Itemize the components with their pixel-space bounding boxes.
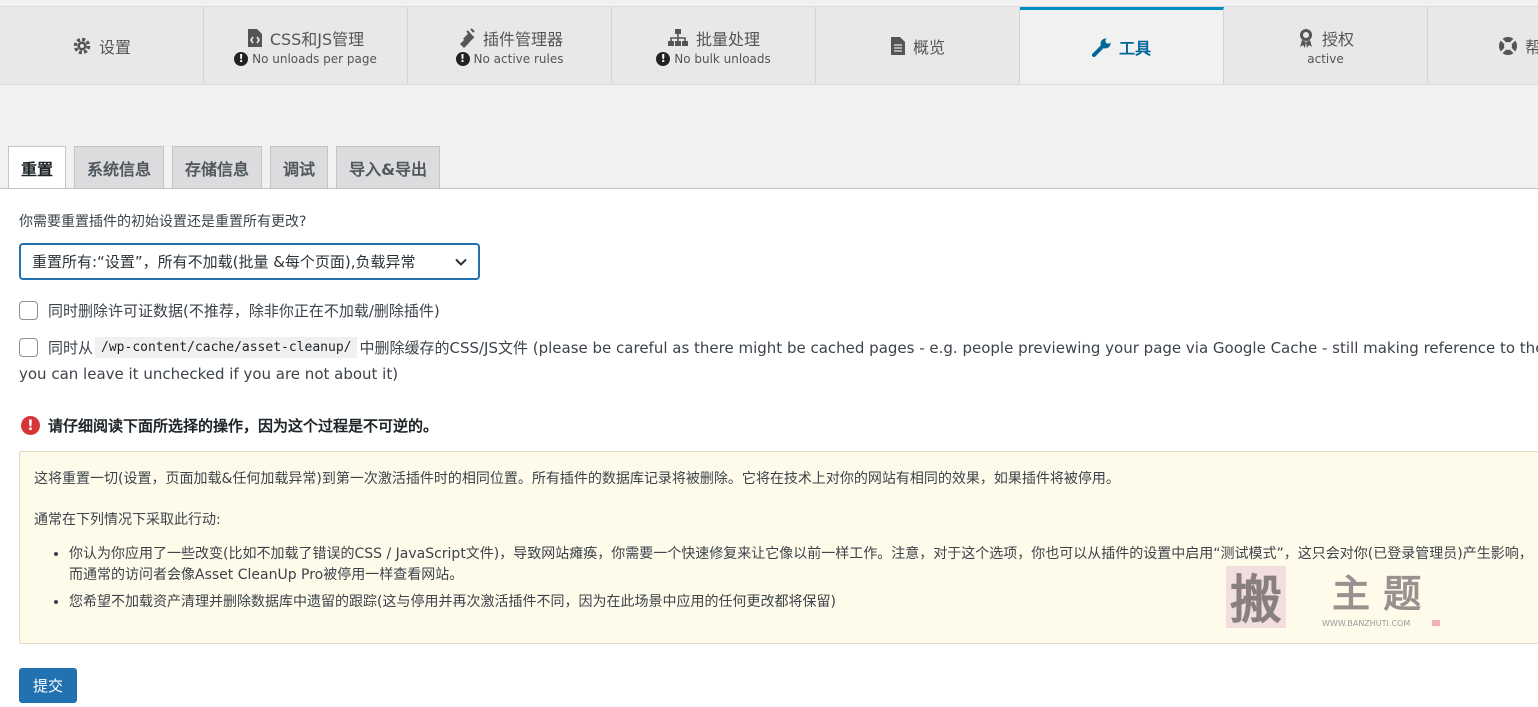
nav-tab-label: CSS和JS管理 bbox=[269, 29, 365, 49]
subtab-storage-info[interactable]: 存储信息 bbox=[172, 146, 263, 188]
remove-cache-row: 同时从 /wp-content/cache/asset-cleanup/ 中删除… bbox=[19, 337, 1538, 358]
subtab-reset[interactable]: 重置 bbox=[8, 146, 67, 189]
subtab-debug[interactable]: 调试 bbox=[270, 146, 329, 188]
subtab-system-info[interactable]: 系统信息 bbox=[74, 146, 165, 188]
remove-cache-suffix: 中删除缓存的CSS/JS文件 (please be careful as the… bbox=[359, 339, 1538, 357]
nav-tab-label: 工具 bbox=[1118, 39, 1151, 58]
notice-paragraph: 这将重置一切(设置，页面加载&任何加载异常)到第一次激活插件时的相同位置。所有插… bbox=[34, 471, 1120, 487]
select-value: 重置所有:“设置”，所有不加载(批量 &每个页面),负载异常 bbox=[32, 253, 416, 271]
remove-cache-prefix: 同时从 bbox=[48, 339, 94, 357]
tools-subtabs: 重置 系统信息 存储信息 调试 导入&导出 bbox=[8, 146, 441, 189]
nav-tab-help[interactable]: 帮 bbox=[1428, 7, 1538, 84]
remove-license-checkbox[interactable] bbox=[19, 301, 38, 320]
nav-tab-settings[interactable]: 设置 bbox=[0, 7, 204, 84]
remove-license-row: 同时删除许可证数据(不推荐，除非你正在不加载/删除插件) bbox=[19, 300, 440, 321]
reset-type-select[interactable]: 重置所有:“设置”，所有不加载(批量 &每个页面),负载异常 bbox=[19, 243, 480, 280]
lifebuoy-icon bbox=[1498, 36, 1518, 56]
nav-tab-label: 插件管理器 bbox=[482, 29, 563, 49]
svg-text:主 题: 主 题 bbox=[1332, 572, 1421, 616]
cache-path: /wp-content/cache/asset-cleanup/ bbox=[95, 337, 358, 358]
chevron-down-icon bbox=[454, 255, 468, 273]
plug-icon bbox=[456, 27, 476, 48]
nav-tab-css-js-manager[interactable]: CSS和JS管理 ! No unloads per page bbox=[204, 7, 408, 84]
remove-cache-checkbox[interactable] bbox=[19, 338, 38, 357]
nav-tab-label: 帮 bbox=[1525, 34, 1538, 58]
remove-license-label: 同时删除许可证数据(不推荐，除非你正在不加载/删除插件) bbox=[48, 302, 440, 320]
reset-question: 你需要重置插件的初始设置还是重置所有更改? bbox=[19, 214, 307, 230]
submit-button[interactable]: 提交 bbox=[19, 668, 77, 703]
nav-tab-label: 设置 bbox=[98, 37, 131, 57]
nav-tab-label: 授权 bbox=[1321, 29, 1354, 49]
nav-tab-status: No active rules bbox=[473, 51, 564, 66]
nav-tab-status: No unloads per page bbox=[252, 51, 377, 66]
exclamation-icon: ! bbox=[455, 51, 470, 66]
warning-text: 请仔细阅读下面所选择的操作，因为这个过程是不可逆的。 bbox=[48, 417, 439, 435]
nav-tab-label: 批量处理 bbox=[695, 29, 760, 49]
top-nav: 设置 CSS和JS管理 ! No unloads per page 插件管理器 … bbox=[0, 6, 1538, 85]
wrench-icon bbox=[1091, 37, 1112, 57]
sitemap-icon bbox=[667, 28, 689, 48]
nav-tab-label: 概览 bbox=[912, 37, 945, 57]
exclamation-icon: ! bbox=[234, 51, 249, 66]
exclamation-icon: ! bbox=[21, 416, 40, 435]
award-icon bbox=[1297, 28, 1315, 48]
nav-tab-bulk-changes[interactable]: 批量处理 ! No bulk unloads bbox=[612, 7, 816, 84]
nav-tab-tools[interactable]: 工具 bbox=[1020, 7, 1224, 84]
nav-tab-status: active bbox=[1307, 51, 1344, 66]
nav-tab-license[interactable]: 授权 active bbox=[1224, 7, 1428, 84]
exclamation-icon: ! bbox=[656, 51, 671, 66]
irreversible-warning: ! 请仔细阅读下面所选择的操作，因为这个过程是不可逆的。 bbox=[21, 415, 438, 436]
document-icon bbox=[890, 36, 906, 56]
remove-cache-note: you can leave it unchecked if you are no… bbox=[19, 365, 399, 383]
notice-paragraph: 通常在下列情况下采取此行动: bbox=[34, 512, 221, 528]
nav-tab-status: No bulk unloads bbox=[674, 51, 771, 66]
watermark-logo: 搬 主 题 WWW.BANZHUTI.COM bbox=[1222, 562, 1452, 636]
code-file-icon bbox=[247, 28, 263, 48]
nav-tab-overview[interactable]: 概览 bbox=[816, 7, 1020, 84]
nav-tab-plugins-manager[interactable]: 插件管理器 ! No active rules bbox=[408, 7, 612, 84]
svg-text:搬: 搬 bbox=[1230, 571, 1282, 631]
gear-icon bbox=[72, 36, 92, 56]
svg-text:WWW.BANZHUTI.COM: WWW.BANZHUTI.COM bbox=[1322, 619, 1410, 628]
subtab-import-export[interactable]: 导入&导出 bbox=[336, 146, 441, 188]
